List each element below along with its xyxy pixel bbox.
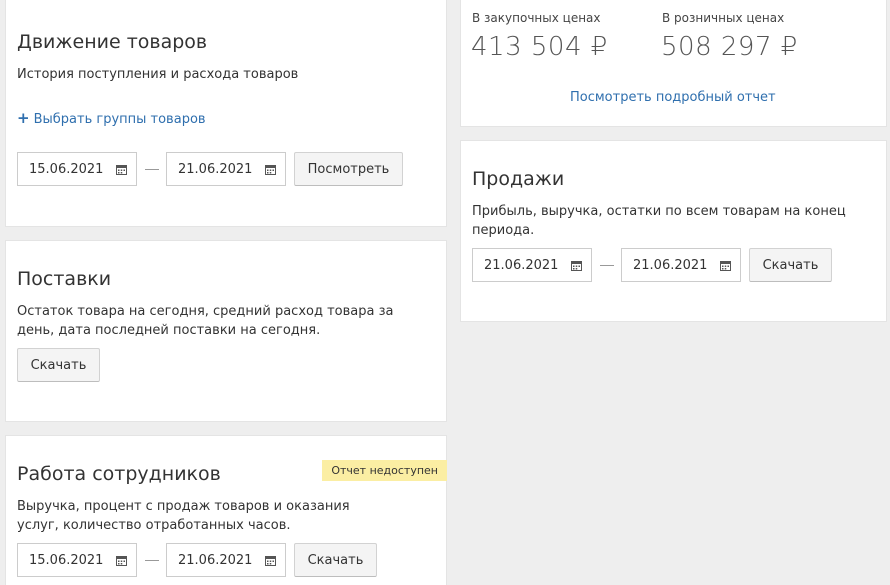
date-range-separator [145,560,159,561]
retail-price-value: 508 297 ₽ [661,32,798,62]
sales-title: Продажи [472,168,565,190]
employees-card: Работа сотрудников Отчет недоступен Выру… [5,435,447,585]
select-groups-label: Выбрать группы товаров [33,112,206,127]
calendar-icon[interactable] [106,555,136,566]
sales-description: Прибыль, выручка, остатки по всем товара… [472,204,846,238]
stock-value-card: В закупочных ценах 413 504 ₽ В розничных… [460,0,887,127]
calendar-icon[interactable] [255,555,285,566]
sales-date-to[interactable]: 21.06.2021 [621,248,741,282]
calendar-icon[interactable] [561,260,591,271]
movement-card: Движение товаров История поступления и р… [5,0,447,227]
date-range-separator [600,265,614,266]
employees-date-from[interactable]: 15.06.2021 [17,543,137,577]
view-button[interactable]: Посмотреть [294,152,403,186]
retail-price-label: В розничных ценах [662,11,785,25]
sales-date-from[interactable]: 21.06.2021 [472,248,592,282]
employees-download-button[interactable]: Скачать [294,543,377,577]
select-groups-link[interactable]: + Выбрать группы товаров [17,109,206,127]
date-value: 21.06.2021 [178,552,253,568]
date-value: 21.06.2021 [633,257,708,273]
sales-download-button[interactable]: Скачать [749,248,832,282]
employees-title: Работа сотрудников [17,463,221,485]
date-value: 15.06.2021 [29,552,104,568]
calendar-icon[interactable] [106,164,136,175]
report-unavailable-badge: Отчет недоступен [322,460,447,481]
date-value: 15.06.2021 [29,161,104,177]
supplies-title: Поставки [17,268,112,290]
calendar-icon[interactable] [255,164,285,175]
movement-description: История поступления и расхода товаров [17,67,299,82]
purchase-price-value: 413 504 ₽ [471,32,608,62]
movement-date-to[interactable]: 21.06.2021 [166,152,286,186]
purchase-price-label: В закупочных ценах [472,11,601,25]
employees-description: Выручка, процент с продаж товаров и оказ… [17,499,350,533]
detailed-report-link[interactable]: Посмотреть подробный отчет [570,90,776,105]
supplies-card: Поставки Остаток товара на сегодня, сред… [5,240,447,422]
calendar-icon[interactable] [710,260,740,271]
sales-card: Продажи Прибыль, выручка, остатки по все… [460,140,887,322]
supplies-download-button[interactable]: Скачать [17,348,100,382]
date-value: 21.06.2021 [484,257,559,273]
date-range-separator [145,169,159,170]
movement-date-from[interactable]: 15.06.2021 [17,152,137,186]
employees-date-to[interactable]: 21.06.2021 [166,543,286,577]
date-value: 21.06.2021 [178,161,253,177]
supplies-description: Остаток товара на сегодня, средний расхо… [17,304,394,338]
plus-icon: + [17,109,30,127]
movement-title: Движение товаров [17,31,208,53]
